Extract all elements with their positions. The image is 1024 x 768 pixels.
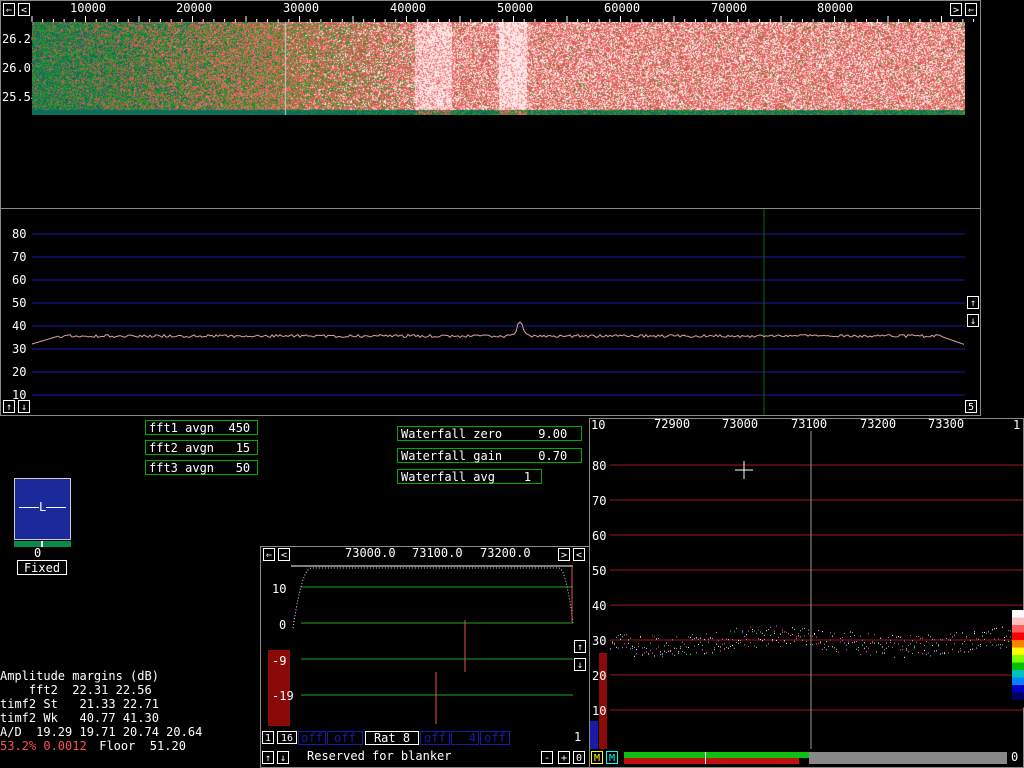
amplitude-ad: A/D 19.29 19.71 20.74 20.64 — [0, 725, 203, 739]
amplitude-fft2: fft2 22.31 22.56 — [0, 683, 152, 697]
hires-freq-tick: 72900 — [654, 417, 691, 431]
spectrum-display[interactable] — [0, 209, 981, 415]
waterfall-avg-field[interactable]: Waterfall avg 1 — [397, 469, 542, 484]
spectrum-gain-down-button[interactable]: ↓ — [967, 314, 979, 327]
baseband-up-button[interactable]: ↑ — [262, 751, 274, 764]
blanker-placeholder: Reserved for blanker — [307, 749, 452, 763]
baseband-channel-button[interactable]: 1 — [262, 731, 274, 744]
hires-freq-tick: 73100 — [791, 417, 828, 431]
hires-y-tick: 30 — [592, 634, 607, 648]
spectrum-y-tick: 30 — [12, 342, 27, 356]
waterfall-display[interactable] — [32, 22, 965, 115]
arrow-up-icon: ↑ — [969, 298, 977, 309]
agc-level-bar — [14, 541, 71, 547]
spectrum-y-tick: 40 — [12, 319, 27, 333]
waterfall-zero-field[interactable]: Waterfall zero 9.00 — [397, 426, 582, 441]
baseband-off2-button[interactable]: off — [327, 731, 363, 745]
hires-display[interactable] — [590, 431, 1023, 749]
hires-y-tick: 50 — [592, 564, 607, 578]
arrow-up-icon: ↑ — [5, 402, 13, 413]
amplitude-percent: 53.2% 0.0012 — [0, 739, 87, 753]
agc-meter[interactable]: L — [14, 478, 71, 540]
hires-freq-tick: 73200 — [860, 417, 897, 431]
waterfall-gain-field[interactable]: Waterfall gain 0.70 — [397, 448, 582, 463]
amplitude-timf2-st: timf2 St 21.33 22.71 — [0, 697, 159, 711]
spectrum-scale-down-button[interactable]: ↓ — [18, 400, 30, 413]
baseband-plus-button[interactable]: + — [558, 751, 570, 764]
baseband-zero-button[interactable]: 0 — [573, 751, 585, 764]
baseband-right-far-button[interactable]: < — [573, 548, 585, 561]
fft3-avgn-field[interactable]: fft3 avgn 50 — [145, 460, 258, 475]
spectrum-zoom-button[interactable]: 5 — [965, 400, 977, 413]
color-scale-strip — [1012, 610, 1024, 708]
fft1-avgn-field[interactable]: fft1 avgn 450 — [145, 420, 258, 435]
hires-y-tick: 40 — [592, 599, 607, 613]
spectrum-y-tick: 70 — [12, 250, 27, 264]
baseband-freq-tick: 73100.0 — [412, 546, 463, 560]
baseband-freq-tick: 73200.0 — [480, 546, 531, 560]
hires-level-marker — [705, 752, 706, 764]
baseband-gain-up-button[interactable]: ↑ — [574, 640, 586, 653]
agc-mode-button[interactable]: Fixed — [17, 560, 67, 575]
baseband-off3-button[interactable]: off — [420, 731, 450, 745]
baseband-left-button[interactable]: < — [278, 548, 290, 561]
baseband-off1-button[interactable]: off — [298, 731, 326, 745]
baseband-y-tick: -9 — [272, 654, 287, 668]
agc-level-marker — [41, 541, 43, 547]
hires-y-tick: 80 — [592, 459, 607, 473]
baseband-right-button[interactable]: > — [558, 548, 570, 561]
agc-meter-letter: L — [39, 500, 47, 514]
amplitude-timf2-wk: timf2 Wk 40.77 41.30 — [0, 711, 159, 725]
hires-level-bar-gray — [809, 752, 1007, 764]
arrow-down-icon: ↓ — [279, 753, 287, 764]
hires-y-tick: 20 — [592, 669, 607, 683]
spectrum-y-tick: 20 — [12, 365, 27, 379]
hires-m1-button[interactable]: M — [591, 751, 603, 764]
baseband-display[interactable] — [261, 562, 589, 730]
spectrum-y-tick: 50 — [12, 296, 27, 310]
baseband-y-tick: -19 — [272, 689, 294, 703]
arrow-down-icon: ↓ — [576, 660, 584, 671]
baseband-y-tick: 10 — [272, 582, 287, 596]
baseband-freq-tick: 73000.0 — [345, 546, 396, 560]
baseband-y-tick: 0 — [279, 618, 287, 632]
hires-zero-label: 0 — [1011, 750, 1019, 764]
baseband-gain-down-button[interactable]: ↓ — [574, 658, 586, 671]
hires-freq-tick: 73300 — [928, 417, 965, 431]
hires-y-tick: 70 — [592, 494, 607, 508]
baseband-left-far-button[interactable]: ⇐ — [263, 548, 275, 561]
waterfall-tick-marks — [31, 16, 975, 22]
hires-y-tick: 60 — [592, 529, 607, 543]
arrow-down-icon: ↓ — [969, 316, 977, 327]
baseband-bandwidth-button[interactable]: 16 — [277, 731, 297, 744]
amplitude-floor: Floor 51.20 — [92, 739, 186, 753]
hires-level-bar-red — [624, 758, 799, 764]
amplitude-title: Amplitude margins (dB) — [0, 669, 159, 683]
arrow-up-icon: ↑ — [576, 642, 584, 653]
baseband-off4-button[interactable]: off — [480, 731, 510, 745]
hires-freq-tick: 73000 — [722, 417, 759, 431]
spectrum-scale-up-button[interactable]: ↑ — [3, 400, 15, 413]
arrow-down-icon: ↓ — [20, 402, 28, 413]
baseband-minus-button[interactable]: - — [541, 751, 553, 764]
spectrum-y-tick: 80 — [12, 227, 27, 241]
hires-y-tick: 10 — [592, 704, 607, 718]
spectrum-y-tick: 60 — [12, 273, 27, 287]
baseband-four-button[interactable]: 4 — [451, 731, 479, 745]
baseband-one-label: 1 — [574, 730, 582, 744]
spectrum-gain-up-button[interactable]: ↑ — [967, 296, 979, 309]
hires-m2-button[interactable]: M — [606, 751, 618, 764]
baseband-down-button[interactable]: ↓ — [277, 751, 289, 764]
fft2-avgn-field[interactable]: fft2 avgn 15 — [145, 440, 258, 455]
agc-value: 0 — [34, 546, 42, 560]
arrow-up-icon: ↑ — [264, 753, 272, 764]
baseband-ratio-button[interactable]: Rat 8 — [365, 731, 419, 745]
